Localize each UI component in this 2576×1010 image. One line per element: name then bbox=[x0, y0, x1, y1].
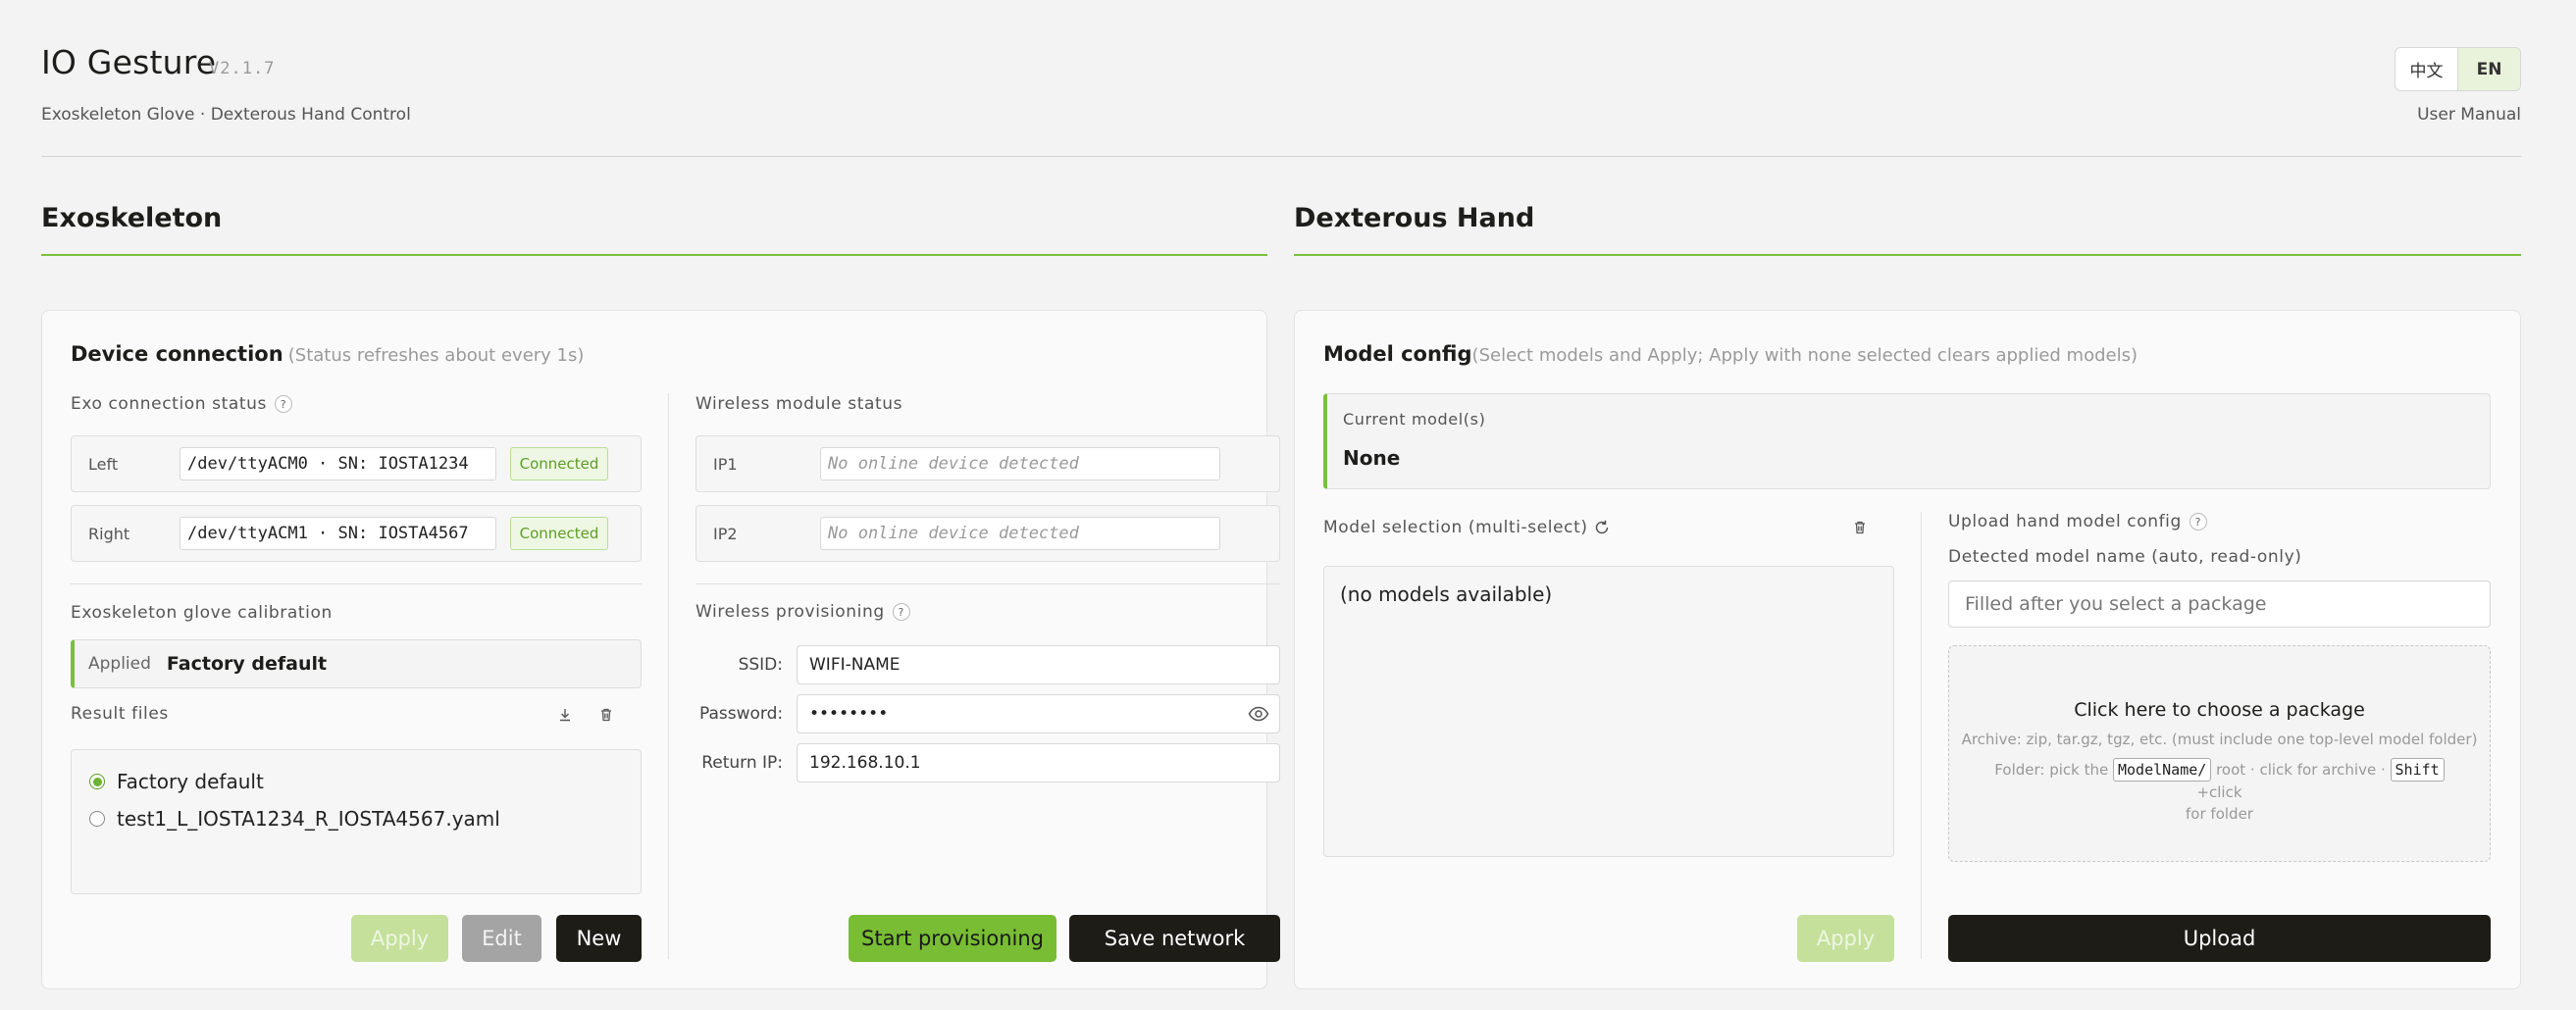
card-hint: (Status refreshes about every 1s) bbox=[287, 345, 585, 366]
detected-name-label: Detected model name (auto, read-only) bbox=[1948, 547, 2302, 567]
applied-label: Applied bbox=[88, 654, 151, 674]
divider bbox=[696, 583, 1280, 584]
radio-checked[interactable] bbox=[89, 774, 105, 789]
help-icon[interactable]: ? bbox=[275, 395, 292, 413]
section-title-exoskeleton: Exoskeleton bbox=[41, 203, 223, 233]
radio[interactable] bbox=[89, 811, 105, 827]
exo-row-label: Left bbox=[88, 454, 119, 474]
dropzone-folder-mid: root · click for archive · bbox=[2216, 761, 2386, 779]
detected-name-input: Filled after you select a package bbox=[1948, 581, 2491, 628]
password-label: Password: bbox=[699, 704, 784, 724]
model-selection-label: Model selection (multi-select) bbox=[1323, 518, 1588, 537]
current-models-box: Current model(s) None bbox=[1323, 393, 2491, 489]
dropzone-title: Click here to choose a package bbox=[2074, 699, 2365, 721]
file-name: Factory default bbox=[117, 770, 264, 793]
trash-icon[interactable] bbox=[1849, 517, 1871, 538]
current-models-label: Current model(s) bbox=[1343, 410, 1486, 429]
dropzone-folder-line2: for folder bbox=[2186, 805, 2253, 823]
status-badge: Connected bbox=[510, 447, 608, 480]
trash-icon[interactable] bbox=[595, 704, 617, 726]
language-switch: 中文 EN bbox=[2395, 47, 2521, 91]
exo-row-right: Right /dev/ttyACM1 · SN: IOSTA4567 Conne… bbox=[71, 505, 642, 562]
refresh-icon[interactable] bbox=[1591, 517, 1613, 538]
help-icon[interactable]: ? bbox=[892, 603, 910, 621]
exo-row-left: Left /dev/ttyACM0 · SN: IOSTA1234 Connec… bbox=[71, 435, 642, 492]
lang-zh-button[interactable]: 中文 bbox=[2396, 48, 2458, 90]
upload-config-label: Upload hand model config? bbox=[1948, 512, 2207, 531]
upload-config-text: Upload hand model config bbox=[1948, 512, 2182, 531]
provisioning-label: Wireless provisioning? bbox=[696, 602, 910, 622]
dropzone-folder-suffix: +click bbox=[2196, 783, 2242, 801]
file-name: test1_L_IOSTA1234_R_IOSTA4567.yaml bbox=[117, 807, 500, 831]
ip-label: IP1 bbox=[713, 454, 738, 474]
calibration-label: Exoskeleton glove calibration bbox=[71, 603, 333, 623]
column-divider bbox=[668, 393, 669, 959]
device-connection-heading: Device connection (Status refreshes abou… bbox=[71, 342, 584, 366]
eye-icon[interactable] bbox=[1248, 704, 1269, 729]
edit-button[interactable]: Edit bbox=[462, 915, 541, 962]
app-version: V2.1.7 bbox=[209, 59, 276, 78]
device-connection-card: Device connection (Status refreshes abou… bbox=[41, 310, 1280, 989]
user-manual-link[interactable]: User Manual bbox=[2417, 105, 2521, 125]
help-icon[interactable]: ? bbox=[2189, 513, 2207, 530]
ssid-input[interactable]: WIFI-NAME bbox=[797, 645, 1280, 684]
list-item[interactable]: Factory default bbox=[72, 763, 641, 800]
shift-kbd: Shift bbox=[2390, 758, 2445, 782]
dropzone-folder-hint: Folder: pick the ModelName/ root · click… bbox=[1949, 758, 2490, 825]
section-title-dexterous-hand: Dexterous Hand bbox=[1294, 203, 1535, 233]
new-button[interactable]: New bbox=[556, 915, 642, 962]
model-selection-list[interactable]: (no models available) bbox=[1323, 566, 1894, 857]
return-ip-label: Return IP: bbox=[701, 753, 783, 773]
list-item[interactable]: test1_L_IOSTA1234_R_IOSTA4567.yaml bbox=[72, 800, 641, 837]
section-divider-left bbox=[41, 254, 1267, 256]
column-divider bbox=[1921, 512, 1922, 959]
return-ip-input[interactable]: 192.168.10.1 bbox=[797, 743, 1280, 783]
card-title: Model config bbox=[1323, 342, 1472, 366]
apply-calibration-button[interactable]: Apply bbox=[351, 915, 448, 962]
download-icon[interactable] bbox=[554, 704, 576, 726]
dropzone-folder-prefix: Folder: pick the bbox=[1994, 761, 2109, 779]
package-dropzone[interactable]: Click here to choose a package Archive: … bbox=[1948, 645, 2491, 862]
exo-status-text: Exo connection status bbox=[71, 394, 267, 414]
empty-list-text: (no models available) bbox=[1340, 582, 1553, 606]
dropzone-archive-hint: Archive: zip, tar.gz, tgz, etc. (must in… bbox=[1961, 731, 2478, 748]
save-network-button[interactable]: Save network bbox=[1069, 915, 1280, 962]
start-provisioning-button[interactable]: Start provisioning bbox=[849, 915, 1056, 962]
apply-models-button[interactable]: Apply bbox=[1797, 915, 1894, 962]
applied-value: Factory default bbox=[166, 653, 328, 675]
exo-status-label: Exo connection status? bbox=[71, 394, 292, 414]
divider bbox=[71, 583, 642, 584]
wireless-status-label: Wireless module status bbox=[696, 394, 903, 414]
ip-field: No online device detected bbox=[820, 447, 1220, 480]
ip-row-1: IP1 No online device detected bbox=[696, 435, 1280, 492]
app-title: IO Gesture bbox=[41, 43, 217, 81]
app-subtitle: Exoskeleton Glove · Dexterous Hand Contr… bbox=[41, 105, 411, 125]
exo-port-field: /dev/ttyACM1 · SN: IOSTA4567 bbox=[180, 517, 496, 550]
provisioning-text: Wireless provisioning bbox=[696, 602, 885, 622]
ip-row-2: IP2 No online device detected bbox=[696, 505, 1280, 562]
model-name-kbd: ModelName/ bbox=[2113, 758, 2212, 782]
header-divider bbox=[41, 156, 2521, 157]
section-divider-right bbox=[1294, 254, 2521, 256]
ip-label: IP2 bbox=[713, 524, 738, 543]
upload-button[interactable]: Upload bbox=[1948, 915, 2491, 962]
result-files-list: Factory default test1_L_IOSTA1234_R_IOST… bbox=[71, 749, 642, 894]
result-files-label: Result files bbox=[71, 704, 169, 724]
exo-row-label: Right bbox=[88, 524, 130, 543]
status-badge: Connected bbox=[510, 517, 608, 550]
ssid-label: SSID: bbox=[738, 655, 783, 675]
applied-calibration: Applied Factory default bbox=[71, 639, 642, 688]
password-input[interactable]: •••••••• bbox=[797, 694, 1280, 733]
model-config-card: Model config(Select models and Apply; Ap… bbox=[1294, 310, 2521, 989]
model-config-heading: Model config(Select models and Apply; Ap… bbox=[1323, 342, 2138, 366]
password-value: •••••••• bbox=[809, 704, 889, 724]
lang-en-button[interactable]: EN bbox=[2458, 48, 2520, 90]
exo-port-field: /dev/ttyACM0 · SN: IOSTA1234 bbox=[180, 447, 496, 480]
ip-field: No online device detected bbox=[820, 517, 1220, 550]
card-title: Device connection bbox=[71, 342, 283, 366]
card-hint: (Select models and Apply; Apply with non… bbox=[1471, 345, 2138, 366]
current-models-value: None bbox=[1343, 446, 1401, 470]
